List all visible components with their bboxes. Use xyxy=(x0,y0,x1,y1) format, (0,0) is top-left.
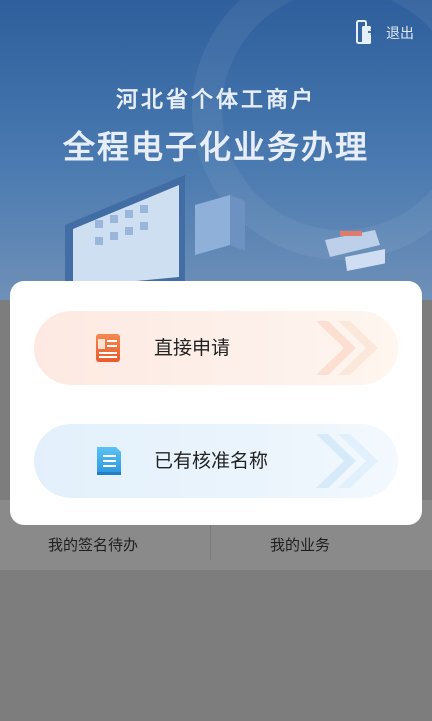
direct-apply-button[interactable]: 直接申请 xyxy=(34,311,398,385)
document-lines-icon xyxy=(94,446,124,478)
header-banner: 退出 河北省个体工商户 全程电子化业务办理 xyxy=(0,0,432,300)
logout-icon xyxy=(356,20,376,46)
tab-my-business[interactable]: 我的业务 xyxy=(270,534,330,555)
choice-modal: 直接申请 已有核准名称 xyxy=(10,281,422,525)
approved-name-button[interactable]: 已有核准名称 xyxy=(34,424,398,498)
computer-illustration xyxy=(65,175,385,295)
chevron-right-icon xyxy=(316,321,378,375)
header-title-line1: 河北省个体工商户 xyxy=(115,88,316,113)
header-title-line2: 全程电子化业务办理 xyxy=(62,128,369,166)
direct-apply-label: 直接申请 xyxy=(154,337,231,359)
document-icon xyxy=(94,333,124,365)
chevron-right-icon xyxy=(316,434,378,488)
logout-label: 退出 xyxy=(386,26,414,42)
approved-name-label: 已有核准名称 xyxy=(154,450,269,472)
logout-button[interactable]: 退出 xyxy=(356,20,414,46)
tab-my-signature-todo[interactable]: 我的签名待办 xyxy=(48,534,138,555)
